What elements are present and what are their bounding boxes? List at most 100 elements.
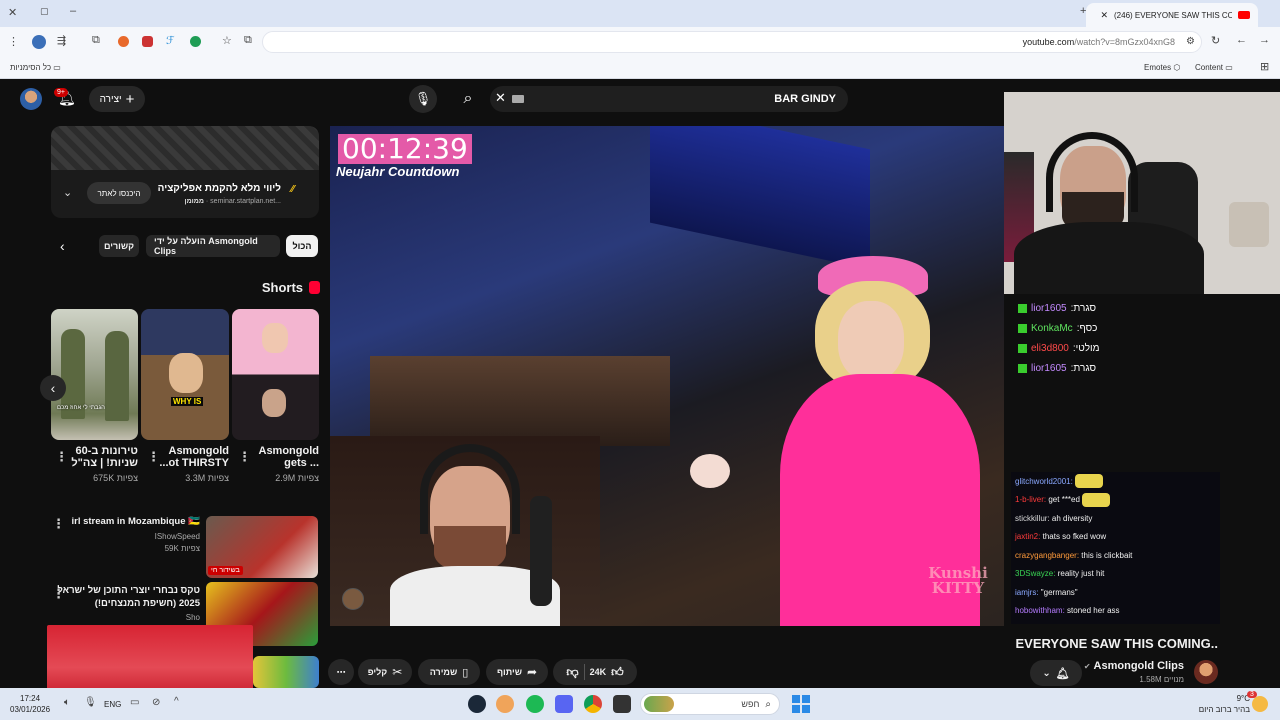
channel-name[interactable]: ✔ Asmongold Clips (1084, 660, 1184, 672)
keyboard-icon[interactable] (512, 95, 524, 103)
window-maximize-icon[interactable]: ▢ (40, 6, 49, 17)
emotes-icon: ⬡ (1173, 63, 1181, 72)
like-dislike-group[interactable]: 👎︎ 24K 👍︎ (553, 659, 637, 685)
clock[interactable]: 17:24 03/01/2026 (10, 693, 50, 715)
short-menu-icon[interactable]: ⋮ (238, 449, 251, 465)
search-button[interactable]: ⌕ (454, 85, 482, 113)
microphone-icon[interactable]: 🎙︎ (84, 697, 97, 708)
shorts-prev-button[interactable]: ‹ (40, 375, 66, 401)
steam-icon[interactable] (468, 695, 486, 713)
clip-button[interactable]: קליפ ✂ (358, 659, 412, 685)
chat-user: glitchworld2001: (1015, 476, 1073, 486)
window-minimize-icon[interactable]: – (70, 5, 76, 17)
notifications-button[interactable]: 🔔︎ 9+ (54, 88, 78, 110)
weather-widget[interactable]: 9°C בהיר ברוב היום (1199, 693, 1250, 715)
channel-badge-icon (1018, 363, 1027, 373)
chat-message: :מולטי (1072, 342, 1100, 354)
short-meta-2[interactable]: Asmongold ...ot THIRSTY 3.3M צפיות ⋮ (141, 445, 229, 483)
clear-search-icon[interactable]: ✕ (495, 90, 506, 106)
tab-youtube[interactable]: (246) EVERYONE SAW THIS CO ✕ (1086, 3, 1258, 27)
short-menu-icon[interactable]: ⋮ (55, 449, 68, 465)
short-thumbnail-asmongold[interactable]: WHY IS (141, 309, 229, 440)
chat-message: stoned her ass (1067, 606, 1120, 616)
language-indicator[interactable]: ENG (104, 700, 121, 709)
shorts-logo-icon (309, 280, 320, 294)
short-meta-1[interactable]: Asmongold gets ... 2.9M צפיות ⋮ (232, 445, 319, 483)
bookmark-all[interactable]: כל הסימניות ▭ (10, 63, 61, 72)
site-settings-icon[interactable]: ⚙ (1186, 36, 1195, 47)
bookmark-content[interactable]: Content ▭ (1195, 63, 1233, 72)
window-close-icon[interactable]: ✕ (8, 6, 17, 19)
chips-next-icon[interactable]: ‹ (60, 238, 65, 254)
discord-icon[interactable] (555, 695, 573, 713)
chat-line: hobowithham: stoned her ass (1011, 602, 1220, 621)
hebrew-chat-line: lior1605 :סגרת (1018, 358, 1168, 378)
file-explorer-icon[interactable] (613, 695, 631, 713)
chat-user: KonkaMc (1031, 322, 1073, 334)
extension-translate-icon[interactable]: ℱ (166, 34, 175, 47)
chevron-left-icon: ‹ (50, 380, 56, 396)
bookmark-star-icon[interactable]: ☆ (222, 34, 232, 47)
related-video[interactable]: בשידור חי irl stream in Mozambique 🇲🇿 IS… (48, 514, 320, 578)
menu-icon[interactable]: ⋮ (8, 35, 19, 48)
ad-cta-button[interactable]: היכנסו לאתר (87, 182, 151, 204)
short-thumbnail-soldiers[interactable]: הגבתי לי אחוז מכם (51, 309, 138, 440)
save-button[interactable]: שמירה ▯ (418, 659, 480, 685)
display-icon[interactable]: ▭ (130, 697, 139, 708)
search-input[interactable]: ✕ BAR GINDY (490, 86, 848, 112)
short-menu-icon[interactable]: ⋮ (147, 449, 160, 465)
chat-message: thats so fked wow (1042, 532, 1107, 542)
reload-icon[interactable]: ↻ (1211, 34, 1220, 47)
search-query[interactable]: BAR GINDY (774, 93, 836, 105)
video-player[interactable]: 00:12:39 Neujahr Countdown Kunshi KITTY (330, 126, 1004, 626)
video-title: EVERYONE SAW THIS COMING.. (1015, 636, 1218, 651)
subscribe-bell-button[interactable]: ⌄ 🔔︎ (1030, 660, 1082, 686)
forward-icon[interactable]: → (1259, 34, 1270, 46)
apps-grid-icon[interactable]: ⊞ (1260, 60, 1269, 73)
tab-close-icon[interactable]: ✕ (1100, 10, 1108, 21)
sponsored-card[interactable]: ⁄⁄ ליווי מלא להקמת אפליקציה ממומן · semi… (51, 126, 319, 218)
back-icon[interactable]: ← (1236, 34, 1247, 46)
puzzle-icon[interactable]: ⧉ (92, 34, 100, 47)
extension-icon[interactable]: ⇶ (57, 34, 66, 47)
more-actions-button[interactable]: ⋯ (328, 659, 354, 685)
ad-domain: seminar.startplan.net... (210, 198, 281, 205)
like-icon[interactable]: 👍︎ (611, 665, 624, 680)
chrome-icon[interactable] (584, 695, 602, 713)
hebrew-chat-line: eli3d800 :מולטי (1018, 338, 1168, 358)
voice-search-button[interactable]: 🎙︎ (409, 85, 437, 113)
url-omnibox[interactable]: youtube.com/watch?v=8mGzx04xnG8 ⚙ (262, 31, 1202, 53)
extension-shield-icon[interactable] (142, 36, 153, 47)
video-watermark: Kunshi KITTY (928, 564, 988, 597)
install-app-icon[interactable]: ⧉ (244, 34, 252, 47)
ad-expand-icon[interactable]: ⌄ (63, 186, 72, 199)
short-thumbnail-streamer[interactable] (232, 309, 319, 440)
clip-label: קליפ (367, 667, 388, 677)
chip-all[interactable]: הכול (286, 235, 318, 257)
ad-title[interactable]: ליווי מלא להקמת אפליקציה (158, 183, 281, 194)
short-meta-3[interactable]: טירונות ב-60 שניות! | צה"ל 675K צפיות ⋮ (51, 445, 138, 483)
related-menu-icon[interactable]: ⋮ (52, 516, 65, 532)
channel-avatar[interactable] (1194, 660, 1218, 684)
dislike-icon[interactable]: 👎︎ (566, 665, 578, 680)
chip-related[interactable]: קשורים (99, 235, 139, 257)
app-icon[interactable] (496, 695, 514, 713)
chip-uploaded-by[interactable]: הועלה על ידי Asmongold Clips (146, 235, 280, 257)
create-button[interactable]: יצירה + (89, 86, 145, 112)
chevron-up-icon[interactable]: ^ (174, 696, 179, 707)
spotify-icon[interactable] (526, 695, 544, 713)
related-menu-icon[interactable]: ⋮ (52, 586, 65, 602)
user-avatar[interactable] (20, 88, 42, 110)
bookmark-emotes[interactable]: Emotes ⬡ (1144, 63, 1180, 72)
url-text[interactable]: youtube.com/watch?v=8mGzx04xnG8 (1023, 37, 1175, 47)
floating-red-widget[interactable] (47, 625, 253, 696)
network-icon[interactable]: ⊘ (152, 697, 160, 708)
volume-icon[interactable]: 🔈︎ (64, 697, 70, 708)
extension-orange-icon[interactable] (118, 36, 129, 47)
microphone (530, 496, 552, 606)
windows-start-icon[interactable] (792, 695, 810, 713)
share-button[interactable]: שיתוף ➦ (486, 659, 548, 685)
extension-green-icon[interactable] (190, 36, 201, 47)
cafe-tables (370, 356, 670, 446)
profile-avatar-icon[interactable] (32, 35, 46, 49)
